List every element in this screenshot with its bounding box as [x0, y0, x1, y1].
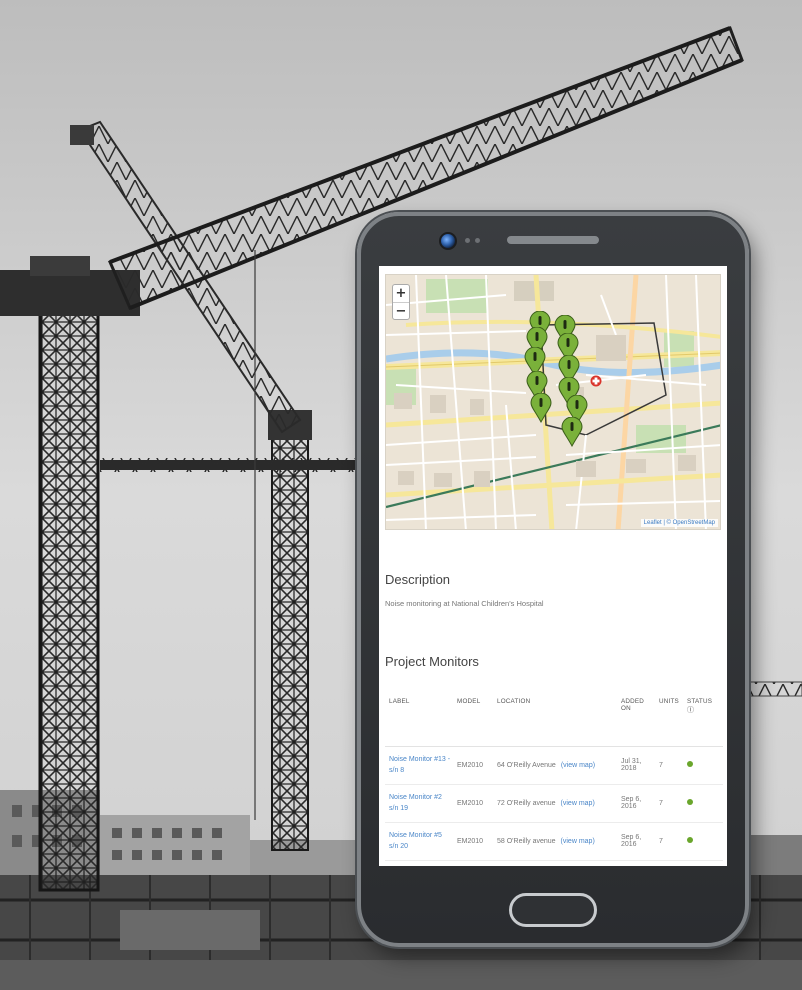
- status-ok-icon: [687, 761, 693, 767]
- monitor-model: EM2010: [453, 784, 493, 823]
- table-row: Noise Monitor #13 - s/n 8 EM2010 64 O'Re…: [385, 746, 723, 785]
- map-zoom-control: + −: [392, 284, 410, 320]
- project-monitors-heading: Project Monitors: [385, 654, 479, 669]
- view-map-link[interactable]: (view map): [561, 800, 595, 807]
- monitors-table: LABEL MODEL LOCATION ADDED ON UNITS STAT…: [385, 688, 723, 861]
- column-header-added-on[interactable]: ADDED ON: [617, 688, 655, 747]
- monitor-units: 7: [655, 746, 683, 785]
- description-heading: Description: [385, 572, 451, 587]
- view-map-link[interactable]: (view map): [561, 838, 595, 845]
- info-icon[interactable]: ⓘ: [687, 707, 694, 714]
- location-text: 72 O'Reilly avenue: [497, 799, 556, 807]
- monitor-units: 7: [655, 822, 683, 861]
- location-text: 64 O'Reilly Avenue: [497, 761, 556, 769]
- camera-icon: [439, 232, 457, 250]
- monitor-units: 7: [655, 784, 683, 823]
- home-button[interactable]: [509, 893, 597, 927]
- monitor-model: EM2010: [453, 746, 493, 785]
- map-attribution[interactable]: Leaflet | © OpenStreetMap: [640, 519, 718, 527]
- street-map: [386, 275, 720, 529]
- monitor-added-on: Sep 6, 2016: [617, 822, 655, 861]
- column-header-units[interactable]: UNITS: [655, 688, 683, 747]
- zoom-out-button[interactable]: −: [393, 302, 409, 319]
- monitor-label-link[interactable]: Noise Monitor #5 s/n 20: [385, 822, 453, 861]
- location-text: 58 O'Reilly avenue: [497, 837, 556, 845]
- phone-screen: + − Leaflet | © OpenStreetMap Descriptio…: [379, 266, 727, 866]
- monitor-label-link[interactable]: Noise Monitor #13 - s/n 8: [385, 746, 453, 785]
- sensor-dot: [465, 238, 470, 243]
- monitor-map[interactable]: + − Leaflet | © OpenStreetMap: [385, 274, 721, 530]
- column-header-location[interactable]: LOCATION: [493, 688, 617, 747]
- monitor-status: [683, 822, 723, 861]
- speaker-grille: [507, 236, 599, 244]
- monitor-status: [683, 784, 723, 823]
- sensor-dot: [475, 238, 480, 243]
- description-text: Noise monitoring at National Children's …: [385, 599, 544, 608]
- monitor-location: 64 O'Reilly Avenue (view map): [493, 746, 617, 785]
- map-marker-icon[interactable]: [561, 417, 583, 447]
- status-ok-icon: [687, 837, 693, 843]
- column-header-label[interactable]: LABEL: [385, 688, 453, 747]
- monitor-added-on: Sep 6, 2016: [617, 784, 655, 823]
- table-row: Noise Monitor #2 s/n 19 EM2010 72 O'Reil…: [385, 784, 723, 823]
- view-map-link[interactable]: (view map): [561, 762, 595, 769]
- monitor-location: 72 O'Reilly avenue (view map): [493, 784, 617, 823]
- monitor-location: 58 O'Reilly avenue (view map): [493, 822, 617, 861]
- map-marker-icon[interactable]: [530, 393, 552, 423]
- smartphone-mockup: + − Leaflet | © OpenStreetMap Descriptio…: [357, 212, 749, 947]
- column-header-model[interactable]: MODEL: [453, 688, 493, 747]
- table-header-row: LABEL MODEL LOCATION ADDED ON UNITS STAT…: [385, 688, 723, 747]
- monitor-model: EM2010: [453, 822, 493, 861]
- zoom-in-button[interactable]: +: [393, 285, 409, 302]
- hospital-poi-icon: [590, 375, 602, 387]
- column-header-status[interactable]: STATUS ⓘ: [683, 688, 723, 747]
- monitor-added-on: Jul 31, 2018: [617, 746, 655, 785]
- monitor-label-link[interactable]: Noise Monitor #2 s/n 19: [385, 784, 453, 823]
- monitor-status: [683, 746, 723, 785]
- status-ok-icon: [687, 799, 693, 805]
- table-row: Noise Monitor #5 s/n 20 EM2010 58 O'Reil…: [385, 822, 723, 861]
- status-header-label: STATUS: [687, 698, 713, 705]
